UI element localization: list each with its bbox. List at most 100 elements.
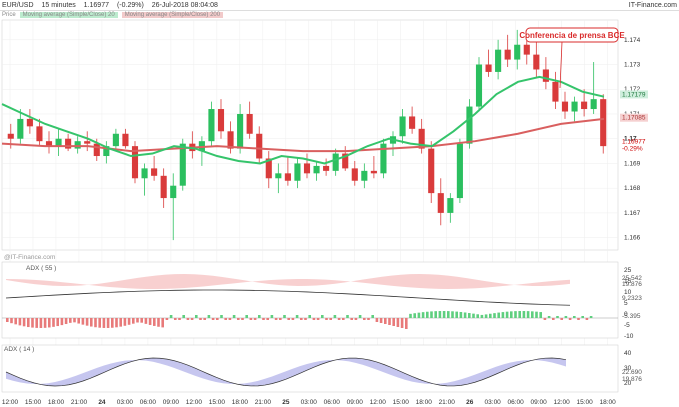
adx-histogram-bar xyxy=(379,318,383,323)
adx-histogram-bar xyxy=(283,315,286,318)
candle-body xyxy=(275,173,282,179)
adx-histogram-bar xyxy=(144,318,148,324)
adx-histogram-bar xyxy=(56,318,59,327)
adx-histogram-bar xyxy=(64,318,68,325)
adx-histogram-bar xyxy=(123,318,127,326)
adx-histogram-bar xyxy=(203,318,206,320)
candle-body xyxy=(561,101,569,112)
candle-body xyxy=(466,106,473,144)
candle-body xyxy=(294,163,301,181)
candle-body xyxy=(84,141,91,144)
adx-histogram-bar xyxy=(400,318,404,328)
candle-body xyxy=(323,165,330,171)
candle-body xyxy=(313,165,320,174)
candle-body xyxy=(428,148,435,194)
candle-body xyxy=(74,141,81,149)
candle-body xyxy=(237,113,244,149)
candle-body xyxy=(246,113,253,134)
chart-canvas[interactable]: 12:00 15:00 18:00 21:00 24 03:00 06:00 09:00 12:… xyxy=(0,0,679,407)
adx-histogram-bar xyxy=(182,315,185,318)
time-axis-label: 15:00 xyxy=(209,399,226,406)
adx-histogram-bar xyxy=(300,318,303,320)
adx-histogram-bar xyxy=(102,318,106,328)
adx-histogram-bar xyxy=(493,313,496,318)
adx-histogram-bar xyxy=(321,315,324,318)
adx-histogram-bar xyxy=(518,311,521,318)
adx-histogram-bar xyxy=(14,318,17,325)
adx-histogram-bar xyxy=(480,314,484,318)
candle-body xyxy=(36,126,43,142)
adx-histogram-bar xyxy=(90,318,93,327)
adx-histogram-bar xyxy=(547,316,551,318)
adx-histogram-bar xyxy=(568,318,572,320)
candle-body xyxy=(332,153,339,171)
adx-histogram-bar xyxy=(589,316,593,318)
adx-histogram-bar xyxy=(178,318,181,320)
adx-histogram-bar xyxy=(505,311,509,318)
adx-histogram-bar xyxy=(190,318,194,320)
adx-histogram-bar xyxy=(266,318,269,320)
adx-histogram-bar xyxy=(384,318,387,324)
adx-histogram-bar xyxy=(48,318,51,328)
adx-histogram-bar xyxy=(417,312,421,318)
time-axis-label: 09:00 xyxy=(347,399,364,406)
adx-histogram-bar xyxy=(31,318,34,328)
adx-histogram-bar xyxy=(207,315,211,318)
adx-histogram-bar xyxy=(241,318,244,320)
adx-histogram-bar xyxy=(140,318,143,323)
adx-axis-tick: 25 xyxy=(624,267,632,274)
adx-histogram-bar xyxy=(434,311,437,318)
adx-histogram-bar xyxy=(304,318,307,320)
adx-histogram-bar xyxy=(232,315,236,318)
price-axis-tick: 1.174 xyxy=(624,37,641,44)
candle-body xyxy=(361,170,368,181)
candle-body xyxy=(170,185,177,199)
candle-body xyxy=(571,101,578,112)
candle-body xyxy=(303,163,311,174)
adx-histogram-bar xyxy=(39,318,43,328)
oscillator-value-label: 19.876 xyxy=(622,376,642,383)
time-axis-label: 06:00 xyxy=(324,399,341,406)
adx-histogram-bar xyxy=(291,318,295,320)
adx-histogram-bar xyxy=(405,318,408,329)
candle-body xyxy=(256,133,263,159)
candle-body xyxy=(141,168,148,179)
adx-histogram-bar xyxy=(535,311,538,318)
adx-histogram-bar xyxy=(270,315,274,318)
time-axis-label: 21:00 xyxy=(439,399,456,406)
candle-body xyxy=(399,116,406,137)
price-axis-tick: 1.166 xyxy=(624,235,641,242)
adx-histogram-bar xyxy=(459,311,463,318)
candle-body xyxy=(523,44,530,55)
adx-histogram-bar xyxy=(342,318,345,320)
adx-histogram-bar xyxy=(489,313,492,318)
time-axis-label: 12:00 xyxy=(554,399,571,406)
oscillator-value-label: 22.690 xyxy=(622,369,642,376)
adx-histogram-bar xyxy=(430,311,433,318)
adx-histogram-bar xyxy=(573,316,576,318)
candle-body xyxy=(581,101,588,110)
candle-body xyxy=(447,198,454,213)
adx-histogram-bar xyxy=(43,318,47,328)
adx-histogram-bar xyxy=(195,315,198,318)
adx-histogram-bar xyxy=(442,311,446,318)
adx-histogram-bar xyxy=(337,318,341,320)
adx-histogram-bar xyxy=(468,313,471,318)
candle-body xyxy=(208,109,215,142)
time-axis-label: 15:00 xyxy=(393,399,410,406)
adx-histogram-bar xyxy=(543,318,547,320)
adx-value-label: 9.2323 xyxy=(622,295,642,302)
time-axis-label: 18:00 xyxy=(48,399,65,406)
adx-histogram-bar xyxy=(585,318,589,320)
adx-histogram-bar xyxy=(514,311,517,318)
price-axis-tick: 1.167 xyxy=(624,210,641,217)
adx-histogram-bar xyxy=(258,315,261,318)
time-axis-label: 26 xyxy=(466,399,474,406)
time-axis-label: 21:00 xyxy=(71,399,88,406)
adx-histogram-bar xyxy=(60,318,64,326)
candle-body xyxy=(112,133,119,147)
adx-histogram-bar xyxy=(165,318,169,320)
adx-histogram-bar xyxy=(363,318,366,320)
adx-histogram-bar xyxy=(564,316,568,318)
time-axis-label: 12:00 xyxy=(186,399,203,406)
